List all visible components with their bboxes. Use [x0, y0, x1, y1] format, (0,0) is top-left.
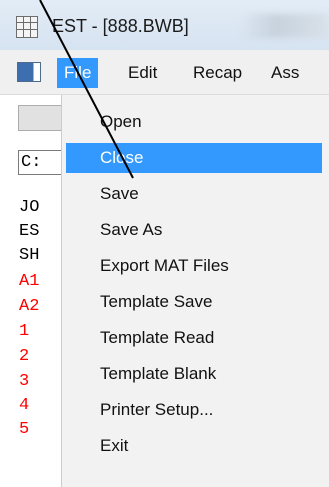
left-pane-line: 5 — [19, 420, 30, 439]
window-title: EST - [888.BWB] — [52, 16, 189, 36]
menu-item-close[interactable]: Close — [66, 143, 322, 173]
menu-item-export-mat-files[interactable]: Export MAT Files — [66, 251, 322, 281]
left-pane-line: SH — [19, 246, 40, 265]
menu-file[interactable]: File — [57, 58, 99, 88]
menu-item-label: Exit — [100, 436, 129, 455]
left-pane-line: 2 — [19, 347, 30, 366]
window-system-menu-icon[interactable] — [17, 62, 41, 82]
path-field[interactable]: C: — [18, 150, 62, 175]
left-pane-line: 1 — [19, 322, 30, 341]
menu-recap[interactable]: Recap — [186, 58, 249, 88]
title-bar: EST - [888.BWB] — [0, 0, 329, 50]
menu-item-template-blank[interactable]: Template Blank — [66, 359, 322, 389]
menu-item-open[interactable]: Open — [66, 107, 322, 137]
menu-item-save[interactable]: Save — [66, 179, 322, 209]
menu-item-label: Template Save — [100, 292, 213, 311]
menu-item-template-read[interactable]: Template Read — [66, 323, 322, 353]
menu-item-label: Template Blank — [100, 364, 217, 383]
menu-item-label: Close — [100, 148, 144, 167]
title-bar-blurred-area — [240, 14, 329, 38]
file-menu-dropdown: Open Close Save Save As Export MAT Files… — [62, 95, 329, 487]
menu-item-label: Save — [100, 184, 139, 203]
left-pane-line: 3 — [19, 372, 30, 391]
menu-item-label: Save As — [100, 220, 163, 239]
menu-item-label: Printer Setup... — [100, 400, 214, 419]
menu-item-printer-setup[interactable]: Printer Setup... — [66, 395, 322, 425]
left-pane-line: JO — [19, 198, 40, 217]
menu-assembly[interactable]: Ass — [264, 58, 306, 88]
menu-item-label: Template Read — [100, 328, 215, 347]
spreadsheet-grid-icon[interactable] — [16, 16, 38, 38]
menu-item-save-as[interactable]: Save As — [66, 215, 322, 245]
left-pane-line: 4 — [19, 396, 30, 415]
left-pane-line: ES — [19, 222, 40, 241]
left-pane-line: A2 — [19, 297, 40, 316]
menu-item-exit[interactable]: Exit — [66, 431, 322, 461]
menu-item-label: Open — [100, 112, 142, 131]
left-pane-line: A1 — [19, 272, 40, 291]
menu-item-template-save[interactable]: Template Save — [66, 287, 322, 317]
menu-edit[interactable]: Edit — [121, 58, 164, 88]
menu-item-label: Export MAT Files — [100, 256, 229, 275]
toolbar-button[interactable] — [18, 105, 62, 131]
